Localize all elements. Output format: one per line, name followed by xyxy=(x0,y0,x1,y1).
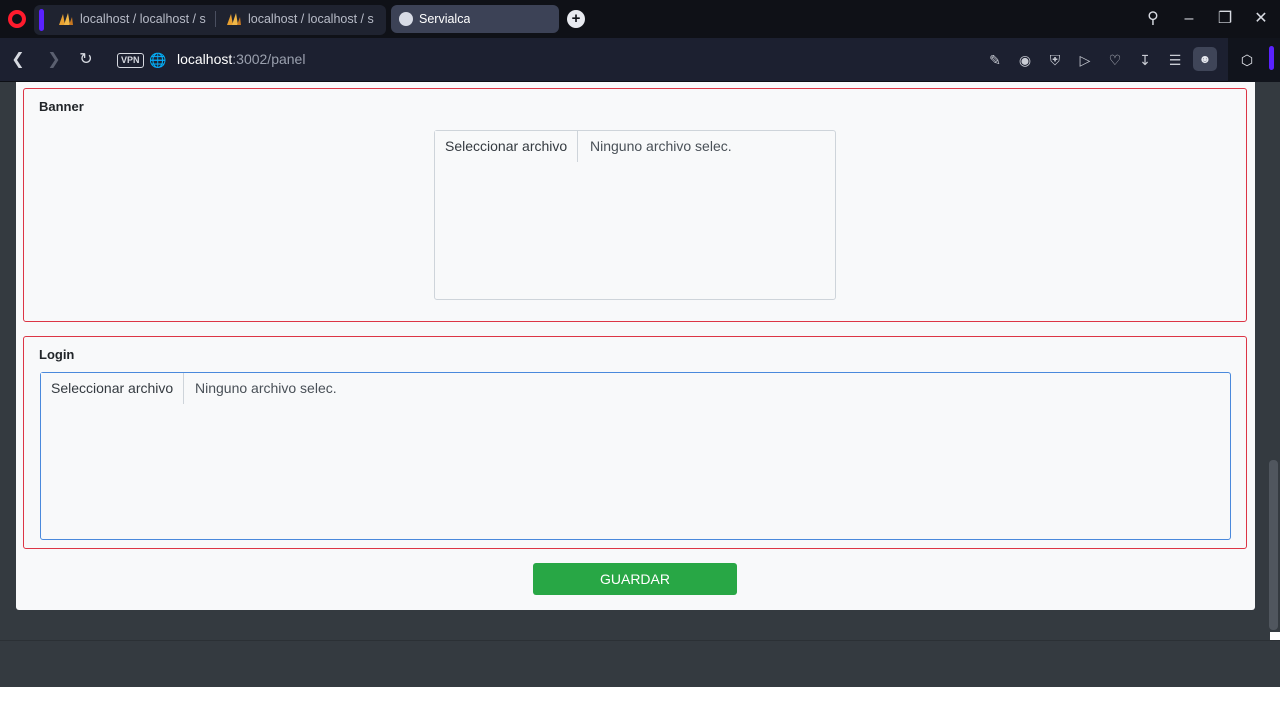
forward-arrow-icon[interactable]: ❯ xyxy=(43,49,65,71)
banner-file-input[interactable]: Seleccionar archivo Ninguno archivo sele… xyxy=(434,130,836,300)
snapshot-edit-icon[interactable]: ✎ xyxy=(985,50,1005,70)
new-tab-plus-icon[interactable]: + xyxy=(567,10,585,28)
vpn-badge[interactable]: VPN xyxy=(117,53,144,68)
banner-section-title: Banner xyxy=(39,99,84,114)
heart-icon[interactable]: ♡ xyxy=(1105,50,1125,70)
play-icon[interactable]: ▷ xyxy=(1075,50,1095,70)
login-select-file-button[interactable]: Seleccionar archivo xyxy=(41,373,185,404)
tab-separator xyxy=(215,11,216,27)
camera-icon[interactable]: ◉ xyxy=(1015,50,1035,70)
minimize-icon[interactable]: – xyxy=(1178,8,1200,30)
tab-phpmyadmin-2[interactable]: localhost / localhost / servialca xyxy=(218,5,382,33)
opera-logo-icon[interactable] xyxy=(8,10,26,28)
login-section-title: Login xyxy=(39,347,75,362)
tab-title: Servialca xyxy=(419,12,471,26)
browser-address-bar: ❮ ❯ ↻ VPN 🌐 localhost:3002/panel ✎ ◉ ⛨ ▷… xyxy=(0,38,1280,82)
banner-select-file-button[interactable]: Seleccionar archivo xyxy=(435,131,579,162)
reload-icon[interactable]: ↻ xyxy=(75,49,97,71)
back-arrow-icon[interactable]: ❮ xyxy=(7,49,29,71)
phpmyadmin-icon xyxy=(227,13,241,25)
tab-title: localhost / localhost / servialca xyxy=(80,12,206,26)
scrollbar-thumb[interactable] xyxy=(1269,460,1278,630)
page-footer xyxy=(0,640,1280,688)
easy-setup-icon[interactable]: ☰ xyxy=(1165,50,1185,70)
site-info-globe-icon[interactable]: 🌐 xyxy=(147,49,169,71)
url-host: localhost xyxy=(177,51,233,67)
settings-card: Banner Seleccionar archivo Ninguno archi… xyxy=(16,82,1255,610)
scroll-corner xyxy=(1270,632,1280,640)
login-section: Login Seleccionar archivo Ninguno archiv… xyxy=(23,336,1247,549)
browser-tab-bar: localhost / localhost / servialca localh… xyxy=(0,0,1280,38)
tab-servialca[interactable]: Servialca xyxy=(391,5,559,33)
profile-icon[interactable]: ☻ xyxy=(1193,47,1217,71)
page-bottom-area xyxy=(0,687,1280,720)
login-file-input[interactable]: Seleccionar archivo Ninguno archivo sele… xyxy=(40,372,1231,540)
login-file-status: Ninguno archivo selec. xyxy=(195,380,337,396)
globe-icon xyxy=(399,12,413,26)
extensions-area: ⬡ xyxy=(1228,38,1280,82)
shield-icon[interactable]: ⛨ xyxy=(1045,50,1065,70)
tab-group-accent xyxy=(39,9,44,31)
banner-file-status: Ninguno archivo selec. xyxy=(590,138,732,154)
download-icon[interactable]: ↧ xyxy=(1135,50,1155,70)
tab-title: localhost / localhost / servialca xyxy=(248,12,374,26)
page-viewport: Banner Seleccionar archivo Ninguno archi… xyxy=(0,82,1280,720)
phpmyadmin-icon xyxy=(59,13,73,25)
close-window-icon[interactable]: ✕ xyxy=(1250,8,1272,30)
restore-window-icon[interactable]: ❐ xyxy=(1214,8,1236,30)
tab-phpmyadmin-1[interactable]: localhost / localhost / servialca xyxy=(50,5,214,33)
search-tabs-icon[interactable]: ⚲ xyxy=(1142,8,1164,30)
url-path: :3002/panel xyxy=(232,51,306,67)
extensions-cube-icon[interactable]: ⬡ xyxy=(1237,50,1257,70)
sidebar-accent xyxy=(1269,46,1274,70)
url-field[interactable]: localhost:3002/panel xyxy=(177,51,305,67)
save-button[interactable]: GUARDAR xyxy=(533,563,737,595)
banner-section: Banner Seleccionar archivo Ninguno archi… xyxy=(23,88,1247,322)
